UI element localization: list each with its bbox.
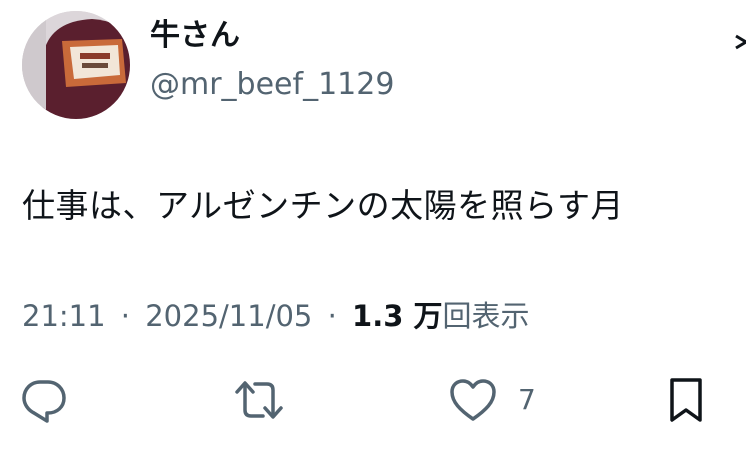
- retweet-icon: [235, 381, 283, 419]
- like-button[interactable]: 7: [448, 372, 536, 428]
- retweet-button[interactable]: [233, 372, 285, 428]
- like-count: 7: [518, 383, 536, 416]
- views-count[interactable]: 1.3 万: [352, 299, 442, 333]
- action-bar: 7: [0, 372, 746, 432]
- tweet-date[interactable]: 2025/11/05: [145, 299, 312, 333]
- avatar-image: [22, 11, 130, 119]
- tweet-time[interactable]: 21:11: [22, 299, 106, 333]
- avatar[interactable]: [22, 11, 130, 119]
- separator: ·: [120, 299, 131, 333]
- tweet-meta: 21:11 · 2025/11/05 · 1.3 万回表示: [22, 296, 530, 336]
- views-label: 回表示: [442, 299, 530, 333]
- tweet-text: 仕事は、アルゼンチンの太陽を照らす月: [22, 186, 625, 225]
- heart-icon: [450, 379, 496, 421]
- more-options-icon[interactable]: [734, 22, 746, 62]
- reply-button[interactable]: [20, 372, 68, 428]
- bookmark-icon: [670, 378, 702, 422]
- display-name[interactable]: 牛さん: [150, 18, 240, 54]
- reply-icon: [22, 380, 66, 423]
- user-handle[interactable]: @mr_beef_1129: [150, 66, 394, 104]
- bookmark-button[interactable]: [664, 372, 708, 428]
- separator: ·: [327, 299, 337, 333]
